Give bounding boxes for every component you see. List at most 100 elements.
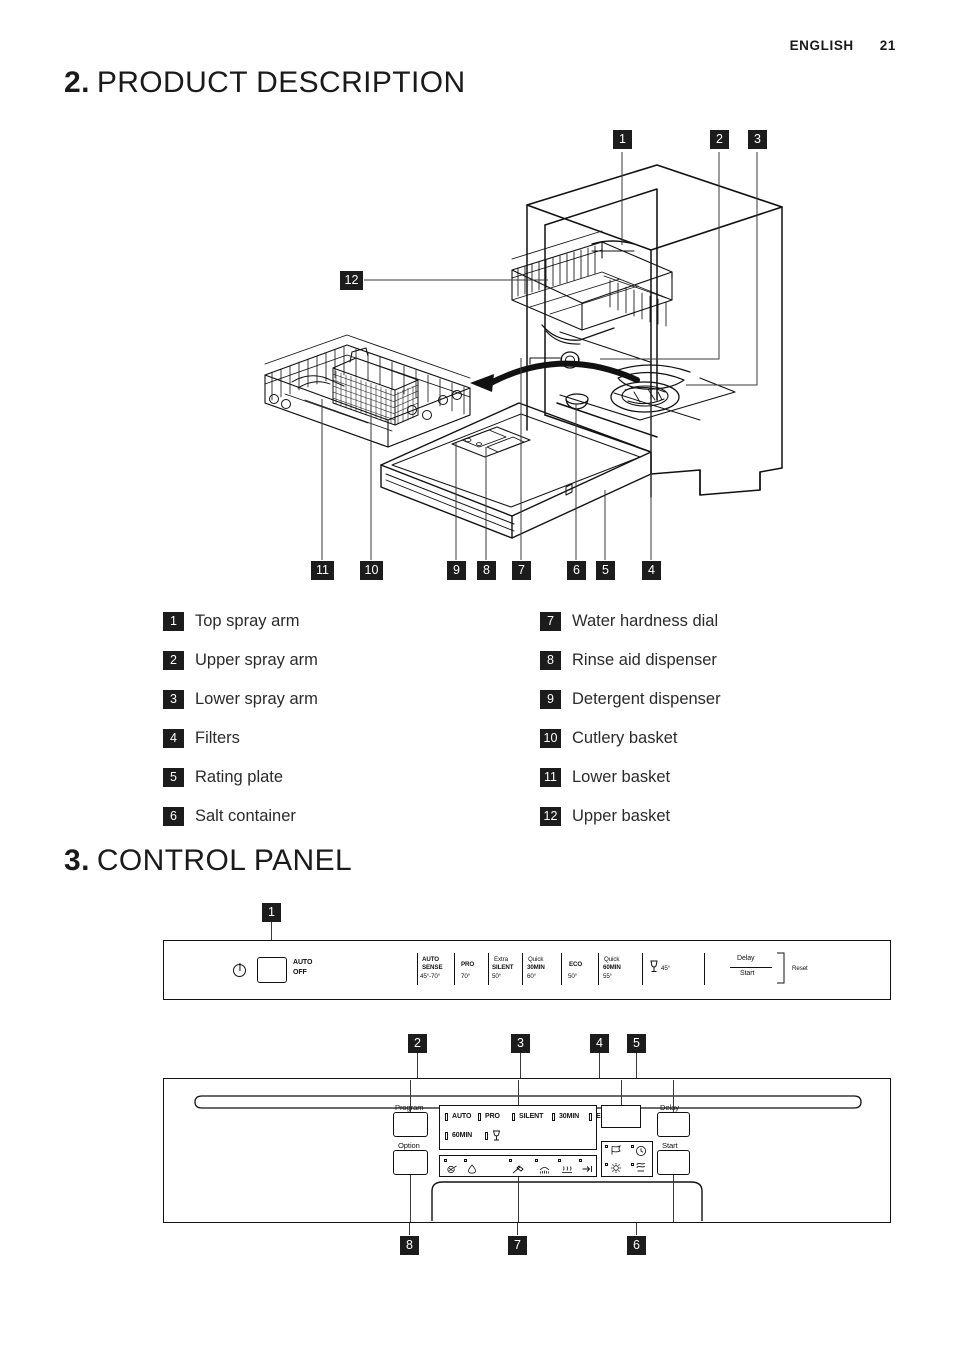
callout-5: 5 — [596, 561, 615, 580]
led-drying — [605, 1163, 609, 1167]
panel-a-callout-1: 1 — [262, 903, 281, 922]
program-display — [439, 1105, 597, 1150]
legend-number: 12 — [540, 806, 561, 826]
program-auto-sense-name1: AUTO — [422, 956, 440, 963]
program-divider — [488, 953, 489, 985]
led-end — [579, 1159, 583, 1163]
display-silent-label: SILENT — [519, 1113, 544, 1120]
legend-item: 7 Water hardness dial — [540, 610, 721, 632]
legend-item: 2 Upper spray arm — [163, 649, 318, 671]
program-eco-temp: 50° — [568, 973, 578, 980]
panel-b-leader-8 — [409, 1223, 410, 1235]
legend-label: Salt container — [195, 806, 296, 825]
leader-stub-option — [410, 1175, 411, 1222]
section-title: PRODUCT DESCRIPTION — [96, 66, 466, 99]
off-label: OFF — [293, 969, 307, 976]
page-header: ENGLISH 21 — [790, 38, 896, 53]
panel-b-callout-6: 6 — [627, 1236, 646, 1255]
legend-number: 11 — [540, 767, 561, 787]
display-pro-label: PRO — [485, 1113, 500, 1120]
legend-label: Lower spray arm — [195, 689, 318, 708]
program-divider — [598, 953, 599, 985]
program-eco-name1: ECO — [569, 961, 583, 968]
program-quick30-name2: 30MIN — [527, 964, 545, 971]
panel-b-callout-3: 3 — [511, 1034, 530, 1053]
legend-number: 5 — [163, 767, 184, 787]
callout-2: 2 — [710, 130, 729, 149]
callout-12: 12 — [340, 271, 363, 290]
panel-b-callout-4: 4 — [590, 1034, 609, 1053]
glass-icon — [650, 960, 658, 972]
display-auto-label: AUTO — [452, 1113, 472, 1120]
legend-number: 3 — [163, 689, 184, 709]
legend-item: 11 Lower basket — [540, 766, 721, 788]
led-rinse-aid — [464, 1159, 468, 1163]
display-30min-label: 30MIN — [559, 1113, 580, 1120]
callout-8: 8 — [477, 561, 496, 580]
legend-number: 1 — [163, 611, 184, 631]
callout-6: 6 — [567, 561, 586, 580]
led-glass — [485, 1132, 488, 1140]
leader-stub-delay — [673, 1080, 674, 1112]
program-silent-name2: SILENT — [492, 964, 514, 971]
legend-item: 12 Upper basket — [540, 805, 721, 827]
legend-item: 1 Top spray arm — [163, 610, 318, 632]
legend-item: 3 Lower spray arm — [163, 688, 318, 710]
delay-label: Delay — [737, 955, 755, 962]
option-button[interactable] — [393, 1150, 428, 1175]
legend-item: 8 Rinse aid dispenser — [540, 649, 721, 671]
legend-label: Filters — [195, 728, 240, 747]
start-label: Start — [740, 970, 755, 977]
delay-start-divider — [730, 967, 772, 968]
door-handle-outline — [431, 1181, 703, 1221]
program-button[interactable] — [393, 1112, 428, 1137]
section-number: 2. — [64, 66, 90, 99]
leader-stub-status — [518, 1177, 519, 1222]
led-wash — [509, 1159, 513, 1163]
delay-button[interactable] — [657, 1112, 690, 1137]
program-quick60-name2: 60MIN — [603, 964, 621, 971]
led-pro — [478, 1113, 481, 1121]
panel-b-callout-8: 8 — [400, 1236, 419, 1255]
legend-item: 9 Detergent dispenser — [540, 688, 721, 710]
header-page-number: 21 — [879, 38, 896, 53]
start-button[interactable] — [657, 1150, 690, 1175]
program-auto-sense-name2: SENSE — [422, 964, 443, 971]
section-title: CONTROL PANEL — [96, 844, 353, 877]
program-silent-name1: Extra — [494, 956, 508, 963]
rinse-aid-icon — [468, 1164, 476, 1174]
legend-number: 2 — [163, 650, 184, 670]
led-eco — [589, 1113, 592, 1121]
legend-item: 6 Salt container — [163, 805, 318, 827]
program-pro-name1: PRO — [461, 961, 475, 968]
program-divider — [454, 953, 455, 985]
multitab-icon — [636, 1162, 645, 1172]
legend-column-right: 7 Water hardness dial 8 Rinse aid dispen… — [540, 610, 721, 834]
legend-number: 7 — [540, 611, 561, 631]
delay-start-icon — [611, 1145, 622, 1155]
led-dry — [558, 1159, 562, 1163]
legend-label: Upper basket — [572, 806, 671, 825]
led-60min — [445, 1132, 448, 1140]
on-off-button[interactable] — [257, 957, 287, 983]
led-salt — [444, 1159, 448, 1163]
rinse-icon — [539, 1167, 550, 1174]
drying-icon — [611, 1163, 621, 1173]
section-number: 3. — [64, 844, 90, 877]
led-auto — [445, 1113, 448, 1121]
reset-label: Reset — [792, 965, 808, 972]
program-pro-temp: 70° — [461, 973, 471, 980]
program-glass-temp: 45° — [661, 965, 671, 972]
panel-b-callout-2: 2 — [408, 1034, 427, 1053]
program-quick30-temp: 60° — [527, 973, 537, 980]
leader-stub-program — [410, 1080, 411, 1112]
program-divider — [417, 953, 418, 985]
display-60min-label: 60MIN — [452, 1132, 473, 1139]
panel-b-leader-6 — [636, 1223, 637, 1235]
program-silent-temp: 50° — [492, 973, 502, 980]
panel-b-leader-7 — [517, 1223, 518, 1235]
program-auto-sense-temp: 45°-70° — [420, 973, 441, 980]
legend-label: Top spray arm — [195, 611, 300, 630]
leader-stub-time — [621, 1080, 622, 1105]
callout-11: 11 — [311, 561, 334, 580]
